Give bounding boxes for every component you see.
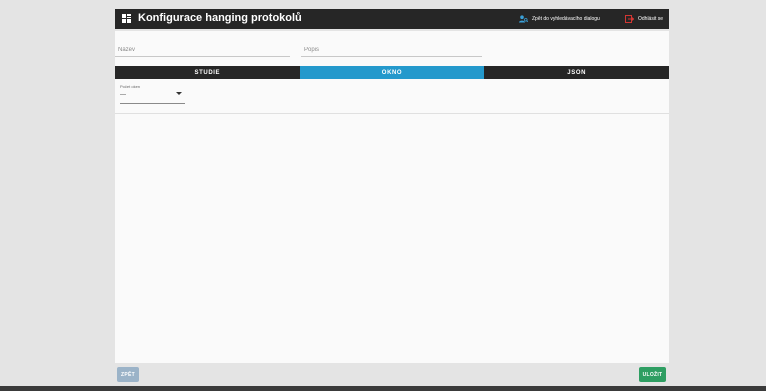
config-panel: STUDIE OKNO JSON Počet oken — <box>115 31 670 363</box>
tab-studie[interactable]: STUDIE <box>115 66 300 79</box>
chevron-down-icon <box>176 92 182 95</box>
tab-okno[interactable]: OKNO <box>299 66 485 79</box>
grid-icon <box>122 14 131 23</box>
logout-label: Odhlásit se <box>638 16 664 22</box>
back-button[interactable]: ZPĚT <box>117 367 139 382</box>
back-to-search-link[interactable]: Zpět do vyhledávacího dialogu <box>519 13 600 25</box>
save-button[interactable]: ULOŽIT <box>639 367 666 382</box>
name-field[interactable] <box>115 37 290 56</box>
page-title: Konfigurace hanging protokolů <box>138 12 302 24</box>
okno-tab-content: Počet oken — <box>115 79 669 114</box>
name-field-wrapper <box>115 37 290 57</box>
tab-bar: STUDIE OKNO JSON <box>115 66 670 79</box>
status-bar <box>0 386 766 391</box>
user-search-icon <box>519 15 528 23</box>
back-to-search-label: Zpět do vyhledávacího dialogu <box>532 16 600 22</box>
window-count-value: — <box>120 92 126 98</box>
logout-icon <box>625 15 634 23</box>
description-field-wrapper <box>301 37 482 57</box>
description-field[interactable] <box>301 37 482 56</box>
app-header: Konfigurace hanging protokolů Zpět do vy… <box>115 9 669 29</box>
window-count-label: Počet oken <box>120 84 141 89</box>
window-count-select[interactable]: Počet oken — <box>120 84 185 104</box>
logout-link[interactable]: Odhlásit se <box>625 13 663 25</box>
tab-json[interactable]: JSON <box>484 66 670 79</box>
